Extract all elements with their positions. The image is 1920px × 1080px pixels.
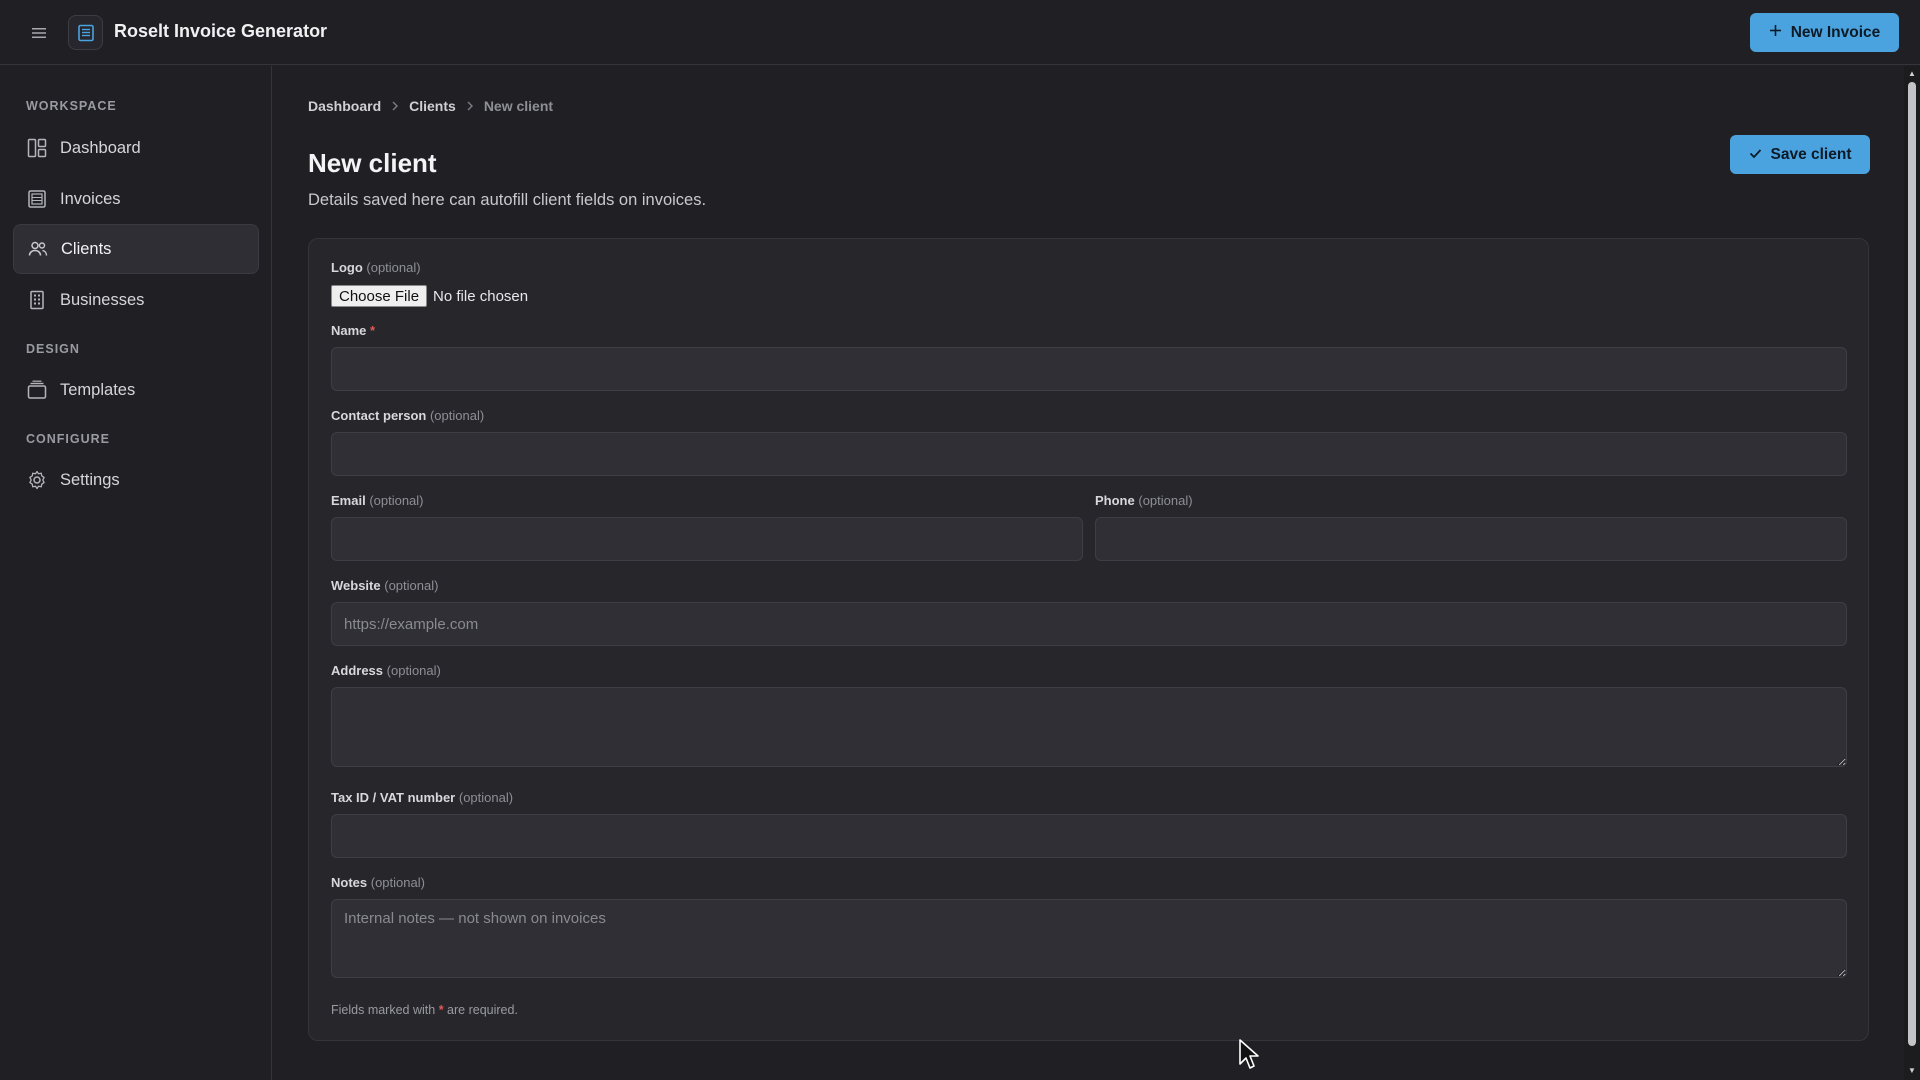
client-form-card: Logo (optional) Choose File No file chos… <box>308 238 1869 1041</box>
required-mark: * <box>438 1003 444 1017</box>
breadcrumb-current: New client <box>483 98 554 114</box>
sidebar-item-label: Businesses <box>60 290 145 309</box>
name-label-text: Name <box>331 323 367 338</box>
phone-label-text: Phone <box>1095 493 1135 508</box>
sidebar-section-configure: CONFIGURE <box>26 432 110 446</box>
contact-label-text: Contact person <box>331 408 427 423</box>
sidebar-item-businesses[interactable]: Businesses <box>13 275 259 325</box>
optional-tag: (optional) <box>386 663 441 678</box>
choose-file-button[interactable]: Choose File <box>331 285 428 307</box>
file-status: No file chosen <box>433 287 529 305</box>
sidebar-item-clients[interactable]: Clients <box>13 224 259 274</box>
breadcrumb: Dashboard Clients New client <box>308 98 553 114</box>
hamburger-icon[interactable] <box>28 22 50 44</box>
sidebar-item-label: Clients <box>61 239 112 258</box>
page-scrollbar[interactable]: ▲ ▼ <box>1904 66 1920 1080</box>
sidebar-item-templates[interactable]: Templates <box>13 365 259 415</box>
sidebar-item-invoices[interactable]: Invoices <box>13 174 259 224</box>
sidebar-item-label: Templates <box>60 380 136 399</box>
dashboard-icon <box>26 137 48 159</box>
notes-label-text: Notes <box>331 875 368 890</box>
name-label: Name * <box>331 323 375 338</box>
plus-icon <box>1769 24 1782 42</box>
sidebar-section-design: DESIGN <box>26 342 80 356</box>
phone-field[interactable] <box>1095 517 1847 561</box>
optional-tag: (optional) <box>429 408 485 423</box>
top-bar: Roselt Invoice Generator New Invoice <box>0 0 1920 65</box>
page-subtitle: Details saved here can autofill client f… <box>308 191 707 209</box>
save-client-button[interactable]: Save client <box>1730 135 1870 174</box>
invoice-icon <box>26 188 48 210</box>
invoice-app-icon <box>68 15 103 50</box>
footnote-text: are required. <box>447 1003 518 1017</box>
optional-tag: (optional) <box>370 875 425 890</box>
logo-label: Logo (optional) <box>331 260 421 275</box>
phone-label: Phone (optional) <box>1095 493 1193 508</box>
check-icon <box>1749 146 1762 164</box>
sidebar-item-dashboard[interactable]: Dashboard <box>13 123 259 173</box>
sidebar-item-settings[interactable]: Settings <box>13 455 259 505</box>
optional-tag: (optional) <box>369 493 424 508</box>
email-label: Email (optional) <box>331 493 424 508</box>
address-label-text: Address <box>331 663 384 678</box>
scrollbar-thumb[interactable] <box>1908 82 1916 1046</box>
optional-tag: (optional) <box>1138 493 1193 508</box>
tax-id-input[interactable] <box>331 814 1847 858</box>
mouse-cursor-icon <box>1238 1038 1260 1075</box>
page-title: New client <box>308 148 437 178</box>
new-invoice-label: New Invoice <box>1790 23 1881 41</box>
breadcrumb-dashboard[interactable]: Dashboard <box>308 98 381 114</box>
app-title: Roselt Invoice Generator <box>114 21 328 41</box>
name-input[interactable] <box>331 347 1847 391</box>
tax-label-text: Tax ID / VAT number <box>331 790 456 805</box>
scroll-up-arrow-icon[interactable]: ▲ <box>1907 69 1917 79</box>
website-input[interactable] <box>331 602 1847 646</box>
logo-label-text: Logo <box>331 260 363 275</box>
website-label: Website (optional) <box>331 578 438 593</box>
address-label: Address (optional) <box>331 663 441 678</box>
address-textarea[interactable] <box>331 687 1847 767</box>
footnote-text: Fields marked with <box>331 1003 436 1017</box>
sidebar-section-workspace: WORKSPACE <box>26 99 117 113</box>
breadcrumb-clients[interactable]: Clients <box>409 98 456 114</box>
required-footnote: Fields marked with * are required. <box>331 1003 518 1017</box>
users-icon <box>27 238 49 260</box>
optional-tag: (optional) <box>458 790 514 805</box>
email-label-text: Email <box>331 493 366 508</box>
contact-person-label: Contact person (optional) <box>331 408 484 423</box>
optional-tag: (optional) <box>366 260 421 275</box>
building-icon <box>26 289 48 311</box>
notes-textarea[interactable] <box>331 899 1847 978</box>
sidebar-item-label: Invoices <box>60 189 121 208</box>
templates-icon <box>26 379 48 401</box>
website-label-text: Website <box>331 578 381 593</box>
chevron-right-icon <box>391 99 399 114</box>
scroll-down-arrow-icon[interactable]: ▼ <box>1907 1066 1917 1076</box>
optional-tag: (optional) <box>384 578 439 593</box>
sidebar-item-label: Settings <box>60 470 120 489</box>
contact-person-input[interactable] <box>331 432 1847 476</box>
new-invoice-button[interactable]: New Invoice <box>1750 13 1899 52</box>
email-field[interactable] <box>331 517 1083 561</box>
chevron-right-icon <box>466 99 474 114</box>
tax-id-label: Tax ID / VAT number (optional) <box>331 790 513 805</box>
required-mark: * <box>370 323 376 338</box>
logo-file-picker: Choose File No file chosen <box>331 285 528 307</box>
sidebar-item-label: Dashboard <box>60 138 141 157</box>
gear-icon <box>26 469 48 491</box>
notes-label: Notes (optional) <box>331 875 425 890</box>
sidebar: WORKSPACE Dashboard Invoices Clients Bus… <box>0 66 272 1080</box>
save-client-label: Save client <box>1770 145 1852 163</box>
